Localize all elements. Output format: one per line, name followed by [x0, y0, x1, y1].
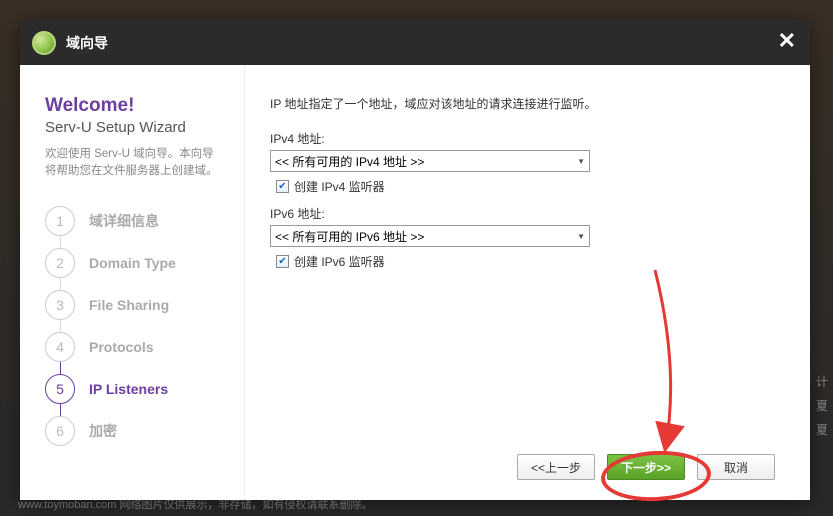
ipv6-address-dropdown[interactable]: << 所有可用的 IPv6 地址 >> ▼	[270, 225, 590, 247]
serv-u-logo-icon	[32, 31, 56, 55]
ipv6-listener-checkbox[interactable]: ✔	[276, 255, 289, 268]
ipv4-group: IPv4 地址: << 所有可用的 IPv4 地址 >> ▼ ✔ 创建 IPv4…	[270, 130, 775, 195]
step-file-sharing[interactable]: 3 File Sharing	[45, 290, 224, 320]
chevron-down-icon: ▼	[577, 232, 585, 241]
ipv6-label: IPv6 地址:	[270, 205, 775, 222]
step-protocols[interactable]: 4 Protocols	[45, 332, 224, 362]
welcome-title: Welcome!	[45, 95, 224, 117]
background-stats: 计 夏 夏	[816, 370, 828, 442]
ipv6-checkbox-label: 创建 IPv6 监听器	[294, 253, 385, 270]
instruction-text: IP 地址指定了一个地址，域应对该地址的请求连接进行监听。	[270, 95, 775, 112]
ipv4-address-dropdown[interactable]: << 所有可用的 IPv4 地址 >> ▼	[270, 150, 590, 172]
next-button[interactable]: 下一步>>	[607, 454, 685, 480]
welcome-description: 欢迎使用 Serv-U 域向导。本向导将帮助您在文件服务器上创建域。	[45, 146, 224, 181]
wizard-steps: 1 域详细信息 2 Domain Type 3 File Sharing 4 P…	[45, 206, 224, 446]
wizard-dialog: 域向导 ✕ Welcome! Serv-U Setup Wizard 欢迎使用 …	[20, 20, 810, 500]
ipv6-group: IPv6 地址: << 所有可用的 IPv6 地址 >> ▼ ✔ 创建 IPv6…	[270, 205, 775, 270]
dialog-header: 域向导 ✕	[20, 20, 810, 65]
back-button[interactable]: <<上一步	[517, 454, 595, 480]
ipv4-listener-checkbox[interactable]: ✔	[276, 180, 289, 193]
dialog-title: 域向导	[66, 33, 108, 53]
cancel-button[interactable]: 取消	[697, 454, 775, 480]
wizard-footer: <<上一步 下一步>> 取消	[270, 439, 775, 480]
wizard-sidebar: Welcome! Serv-U Setup Wizard 欢迎使用 Serv-U…	[20, 65, 245, 500]
step-ip-listeners[interactable]: 5 IP Listeners	[45, 374, 224, 404]
step-domain-type[interactable]: 2 Domain Type	[45, 248, 224, 278]
chevron-down-icon: ▼	[577, 157, 585, 166]
ipv4-listener-checkbox-row[interactable]: ✔ 创建 IPv4 监听器	[276, 178, 775, 195]
step-encryption[interactable]: 6 加密	[45, 416, 224, 446]
close-icon[interactable]: ✕	[778, 30, 796, 52]
ipv4-checkbox-label: 创建 IPv4 监听器	[294, 178, 385, 195]
wizard-main: IP 地址指定了一个地址，域应对该地址的请求连接进行监听。 IPv4 地址: <…	[245, 65, 810, 500]
step-domain-details[interactable]: 1 域详细信息	[45, 206, 224, 236]
ipv4-label: IPv4 地址:	[270, 130, 775, 147]
dialog-body: Welcome! Serv-U Setup Wizard 欢迎使用 Serv-U…	[20, 65, 810, 500]
ipv6-listener-checkbox-row[interactable]: ✔ 创建 IPv6 监听器	[276, 253, 775, 270]
welcome-subtitle: Serv-U Setup Wizard	[45, 119, 224, 136]
